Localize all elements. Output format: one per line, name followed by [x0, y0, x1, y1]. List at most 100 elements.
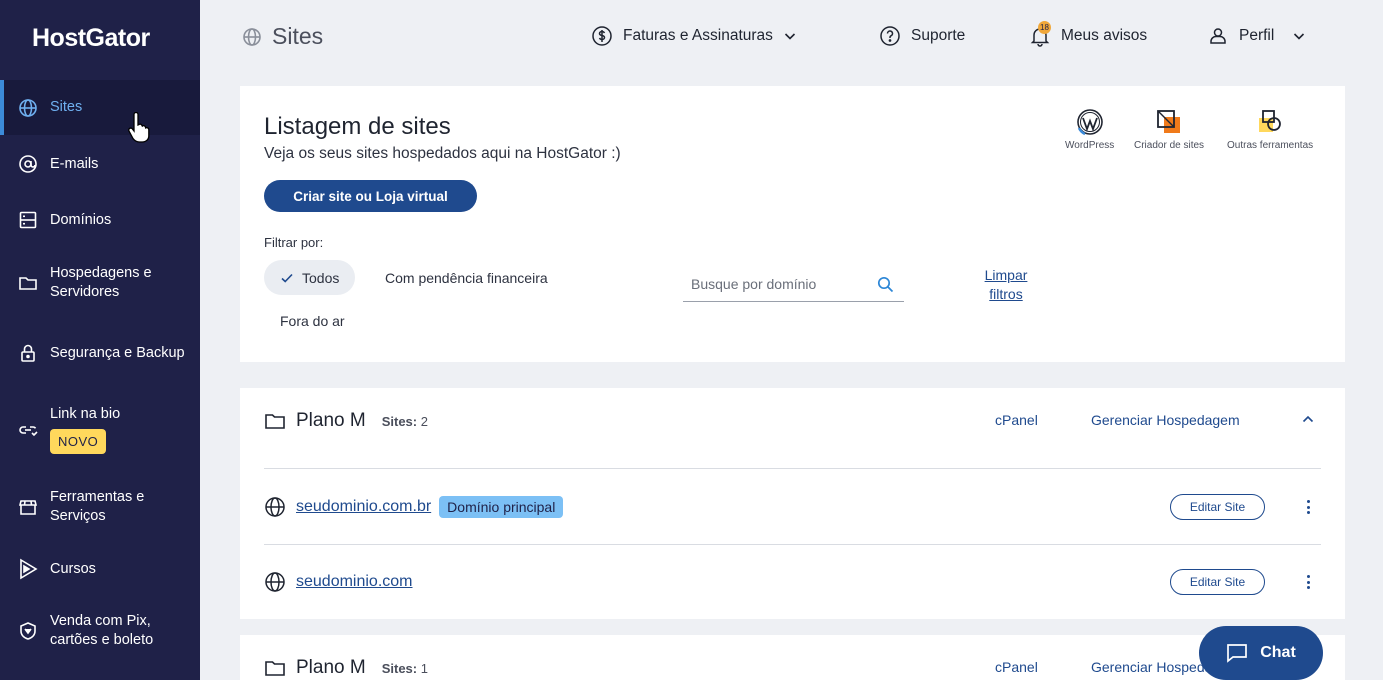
- chat-bubble-icon: [1227, 644, 1248, 663]
- notices-count-badge: 18: [1038, 21, 1051, 34]
- manage-hosting-link[interactable]: Gerenciar Hospedagem: [1091, 412, 1240, 428]
- wordpress-icon: [1076, 109, 1103, 136]
- search-button[interactable]: [877, 276, 894, 298]
- domain-search-input[interactable]: [691, 276, 866, 292]
- plan-card: Plano M Sites: 2 cPanel Gerenciar Hosped…: [240, 388, 1345, 619]
- user-icon: [1210, 28, 1226, 44]
- sites-listing-card: Listagem de sites Veja os seus sites hos…: [240, 86, 1345, 362]
- globe-icon: [265, 497, 285, 517]
- folder-icon: [265, 661, 285, 676]
- sidebar-item-label: Link na bio: [50, 406, 121, 422]
- billing-label: Faturas e Assinaturas: [623, 27, 773, 44]
- sites-count: Sites: 1: [381, 660, 428, 676]
- chevron-up-icon[interactable]: [1301, 412, 1315, 426]
- cpanel-link[interactable]: cPanel: [995, 412, 1038, 428]
- plan-header: Plano M Sites: 1: [264, 655, 428, 680]
- shield-icon: [18, 621, 38, 641]
- edit-site-button[interactable]: Editar Site: [1170, 494, 1265, 520]
- filter-chip-offline[interactable]: Fora do ar: [280, 303, 345, 338]
- folder-icon: [18, 273, 38, 293]
- sidebar-item-payments[interactable]: Venda com Pix, cartões e boleto: [0, 596, 200, 666]
- billing-menu[interactable]: Faturas e Assinaturas: [591, 24, 797, 48]
- globe-icon: [243, 27, 261, 46]
- sidebar-item-security[interactable]: Segurança e Backup: [0, 318, 200, 388]
- more-options-icon[interactable]: [1303, 497, 1313, 517]
- notices-link[interactable]: 18 Meus avisos: [1029, 21, 1148, 48]
- chevron-down-icon: [784, 33, 795, 40]
- chat-label: Chat: [1260, 644, 1296, 661]
- plan-name: Plano M: [296, 410, 366, 431]
- sidebar-item-domains[interactable]: Domínios: [0, 192, 200, 248]
- divider: [264, 544, 1321, 545]
- link-icon: [18, 420, 38, 440]
- server-icon: [18, 210, 38, 230]
- tool-label: Criador de sites: [1134, 140, 1205, 151]
- filter-chip-all[interactable]: Todos: [264, 260, 356, 295]
- dollar-icon: [592, 26, 612, 46]
- sidebar-item-label: Ferramentas e Serviços: [50, 489, 145, 524]
- sidebar-item-label: Cursos: [50, 560, 96, 577]
- plan-header: Plano M Sites: 2: [264, 408, 428, 434]
- sidebar: HostGator Sites E-mails Domínios Hospeda…: [0, 0, 200, 680]
- filter-chip-label: Todos: [302, 269, 340, 286]
- lock-icon: [18, 343, 38, 363]
- chat-button[interactable]: Chat: [1199, 626, 1323, 680]
- check-icon: [281, 273, 293, 283]
- globe-icon: [265, 572, 285, 592]
- edit-site-button[interactable]: Editar Site: [1170, 569, 1265, 595]
- sidebar-item-hosting[interactable]: Hospedagens e Servidores: [0, 248, 200, 318]
- tool-wordpress[interactable]: WordPress: [1065, 108, 1114, 151]
- sidebar-item-label: Hospedagens e Servidores: [50, 265, 152, 300]
- sidebar-item-emails[interactable]: E-mails: [0, 136, 200, 192]
- listing-title: Listagem de sites: [264, 113, 451, 140]
- site-domain-link[interactable]: seudominio.com.br: [296, 498, 431, 516]
- filter-label: Filtrar por:: [264, 235, 324, 250]
- new-badge: NOVO: [50, 429, 107, 454]
- domain-search: [683, 268, 904, 302]
- tool-other[interactable]: Outras ferramentas: [1227, 108, 1313, 151]
- plan-name: Plano M: [296, 657, 366, 678]
- chevron-down-icon: [1294, 33, 1305, 40]
- sites-count: Sites: 2: [381, 413, 428, 429]
- sidebar-item-tools[interactable]: Ferramentas e Serviços: [0, 472, 200, 542]
- divider: [264, 468, 1321, 469]
- tool-label: WordPress: [1065, 140, 1115, 151]
- profile-menu[interactable]: Perfil: [1207, 24, 1306, 48]
- more-options-icon[interactable]: [1303, 572, 1313, 592]
- plan-card: Plano M Sites: 1 cPanel Gerenciar Hosped…: [240, 635, 1345, 680]
- tool-site-builder[interactable]: Criador de sites: [1134, 108, 1204, 151]
- support-label: Suporte: [911, 27, 966, 44]
- filter-chip-financial-pending[interactable]: Com pendência financeira: [385, 260, 548, 295]
- create-site-button[interactable]: Criar site ou Loja virtual: [264, 180, 477, 212]
- sidebar-item-label: Segurança e Backup: [50, 344, 185, 361]
- support-link[interactable]: Suporte: [879, 24, 965, 48]
- page-title-text: Sites: [272, 23, 324, 49]
- filter-chip-label: Com pendência financeira: [385, 269, 548, 286]
- sidebar-item-label: Sites: [50, 99, 83, 115]
- sidebar-item-label: Venda com Pix, cartões e boleto: [50, 613, 154, 648]
- sidebar-item-label: E-mails: [50, 155, 99, 172]
- notices-label: Meus avisos: [1061, 27, 1148, 44]
- search-icon: [877, 276, 894, 293]
- site-domain-link[interactable]: seudominio.com: [296, 573, 413, 591]
- cpanel-link[interactable]: cPanel: [995, 659, 1038, 675]
- site-row: seudominio.com Editar Site: [264, 567, 1321, 597]
- sidebar-item-link-bio[interactable]: Link na bio NOVO: [0, 388, 200, 472]
- sidebar-item-sites[interactable]: Sites: [0, 80, 200, 135]
- store-icon: [18, 497, 38, 517]
- page-title: Sites: [242, 23, 323, 50]
- play-icon: [18, 558, 38, 580]
- filter-chip-label: Fora do ar: [280, 312, 345, 329]
- clear-filters-link[interactable]: Limpar filtros: [981, 266, 1031, 304]
- at-icon: [18, 154, 38, 174]
- primary-domain-tag: Domínio principal: [439, 496, 564, 518]
- listing-subtitle: Veja os seus sites hospedados aqui na Ho…: [264, 145, 621, 162]
- other-tools-icon: [1259, 110, 1281, 132]
- folder-icon: [265, 414, 285, 429]
- logo: HostGator: [32, 24, 150, 52]
- sidebar-item-courses[interactable]: Cursos: [0, 542, 200, 596]
- sidebar-item-label: Domínios: [50, 211, 112, 228]
- globe-icon: [18, 98, 38, 118]
- tool-label: Outras ferramentas: [1227, 140, 1314, 151]
- hand-cursor-icon: [128, 112, 150, 143]
